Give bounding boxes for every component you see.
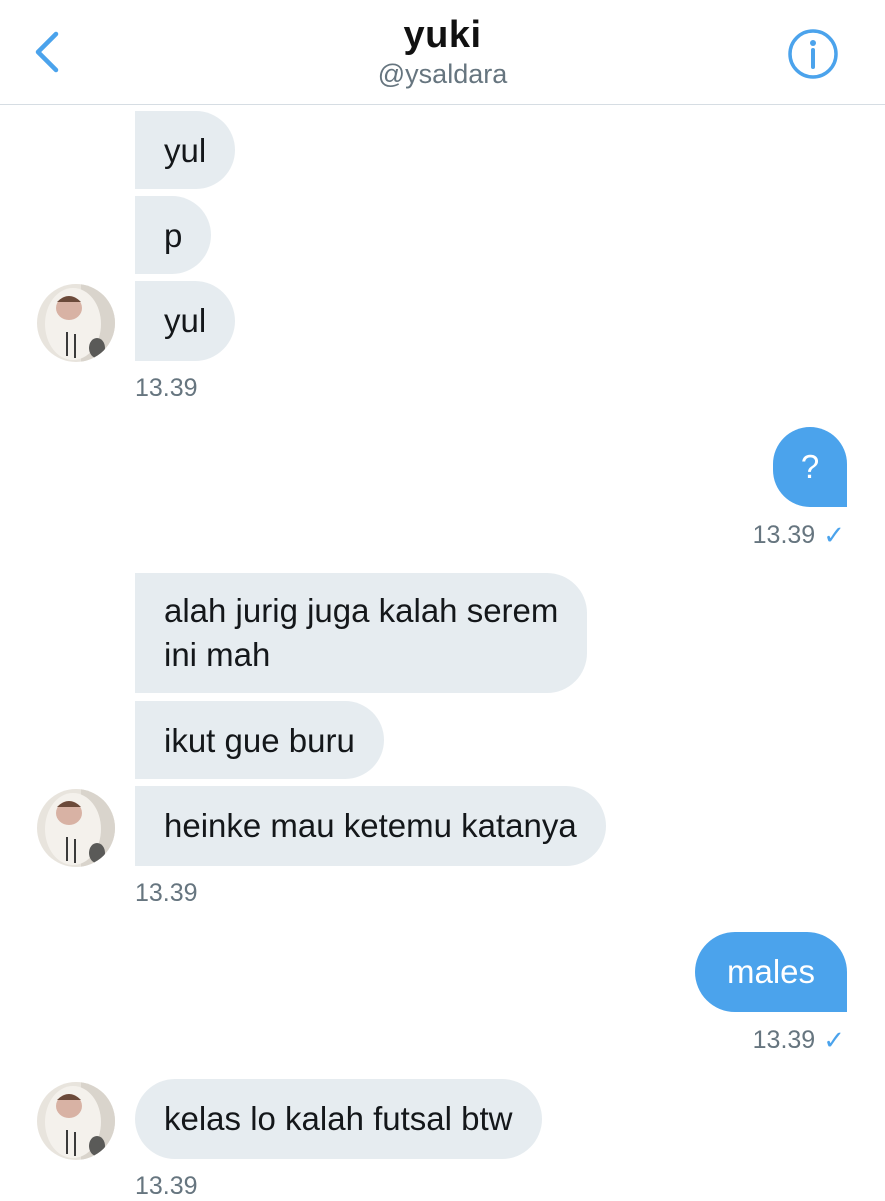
conversation-header: yuki @ysaldara	[0, 0, 885, 105]
incoming-message[interactable]: p	[135, 196, 212, 274]
message-text: kelas lo kalah futsal btw	[164, 1100, 513, 1137]
outgoing-message[interactable]: males	[695, 932, 847, 1012]
contact-name: yuki	[403, 14, 482, 56]
message-text: ikut gue buru	[164, 722, 355, 759]
message-text: yul	[164, 302, 207, 339]
message-text-line: alah jurig juga kalah serem	[164, 592, 559, 629]
message-text: ?	[800, 448, 820, 485]
incoming-message[interactable]: ikut gue buru	[135, 701, 384, 779]
incoming-message[interactable]: heinke mau ketemu katanya	[135, 786, 606, 866]
avatar[interactable]	[37, 789, 115, 867]
incoming-message[interactable]: alah jurig juga kalah serem ini mah	[135, 573, 588, 693]
message-timestamp: 13.39	[752, 521, 816, 549]
message-timestamp: 13.39	[752, 1026, 816, 1054]
incoming-message[interactable]: yul	[135, 281, 236, 361]
profile-photo	[37, 284, 115, 362]
message-text: males	[726, 953, 816, 990]
avatar[interactable]	[37, 284, 115, 362]
message-meta: 13.39 ✓	[753, 1025, 845, 1056]
conversation-title-group: yuki @ysaldara	[0, 12, 885, 90]
message-meta: 13.39 ✓	[753, 520, 845, 551]
contact-handle: @ysaldara	[377, 59, 508, 89]
outgoing-message[interactable]: ?	[773, 427, 847, 507]
incoming-message[interactable]: kelas lo kalah futsal btw	[135, 1079, 542, 1159]
message-text: heinke mau ketemu katanya	[164, 807, 577, 844]
sent-check-icon: ✓	[823, 520, 845, 550]
profile-photo	[37, 1082, 115, 1160]
message-text: p	[164, 217, 183, 254]
message-timestamp: 13.39	[135, 879, 198, 907]
info-button[interactable]	[787, 28, 839, 80]
sent-check-icon: ✓	[823, 1025, 845, 1055]
avatar[interactable]	[37, 1082, 115, 1160]
profile-photo	[37, 789, 115, 867]
message-timestamp: 13.39	[135, 374, 198, 402]
message-timestamp: 13.39	[135, 1172, 198, 1200]
incoming-message[interactable]: yul	[135, 111, 236, 189]
message-text-line: ini mah	[164, 636, 271, 673]
info-icon	[788, 29, 838, 79]
message-text: yul	[164, 132, 207, 169]
